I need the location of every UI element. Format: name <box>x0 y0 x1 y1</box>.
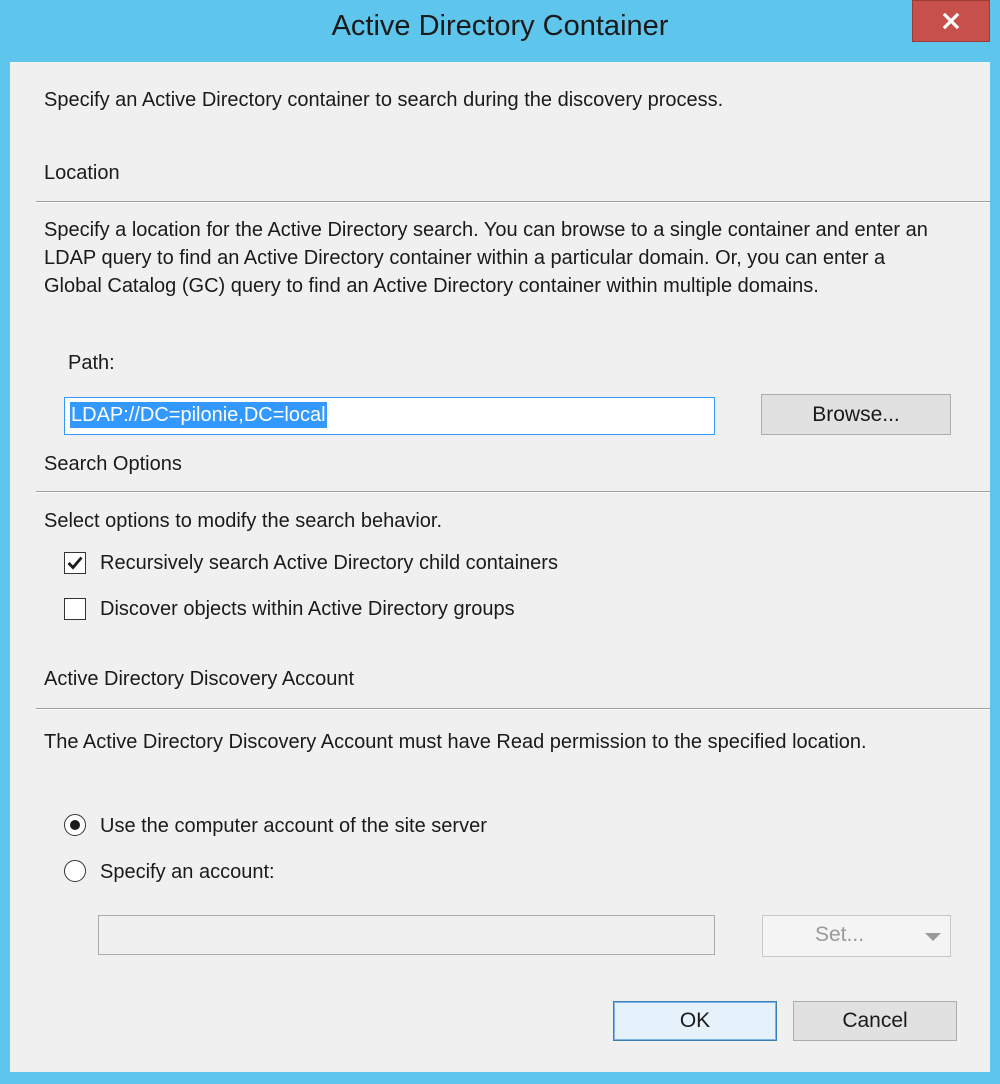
recursive-search-label[interactable]: Recursively search Active Directory chil… <box>100 549 558 577</box>
specify-account-label[interactable]: Specify an account: <box>100 858 275 886</box>
path-input[interactable]: LDAP://DC=pilonie,DC=local <box>64 397 715 435</box>
recursive-search-checkbox[interactable] <box>64 552 86 574</box>
search-options-separator <box>36 491 990 493</box>
account-input[interactable] <box>98 915 715 955</box>
discover-groups-label[interactable]: Discover objects within Active Directory… <box>100 595 515 623</box>
intro-text: Specify an Active Directory container to… <box>44 89 724 111</box>
location-description: Specify a location for the Active Direct… <box>44 219 928 297</box>
dialog-body: Specify an Active Directory container to… <box>10 62 990 1072</box>
close-icon <box>942 12 960 30</box>
close-button[interactable] <box>912 0 990 42</box>
browse-button[interactable]: Browse... <box>761 394 951 435</box>
checkmark-icon <box>67 556 83 570</box>
radio-selected-dot <box>70 820 80 830</box>
search-options-description: Select options to modify the search beha… <box>44 510 443 532</box>
cancel-button[interactable]: Cancel <box>793 1001 957 1041</box>
location-heading: Location <box>44 162 120 184</box>
account-separator <box>36 708 990 710</box>
search-options-heading: Search Options <box>44 453 182 475</box>
dialog-title: Active Directory Container <box>331 10 669 42</box>
specify-account-radio[interactable] <box>64 860 86 882</box>
location-separator <box>36 201 990 203</box>
set-dropdown-button[interactable]: Set... <box>762 915 951 957</box>
path-input-value: LDAP://DC=pilonie,DC=local <box>70 402 327 428</box>
computer-account-label[interactable]: Use the computer account of the site ser… <box>100 812 487 840</box>
account-description: The Active Directory Discovery Account m… <box>44 731 867 753</box>
path-label: Path: <box>68 352 115 374</box>
dialog-window: Active Directory Container Specify an Ac… <box>0 0 1000 1084</box>
title-bar[interactable]: Active Directory Container <box>0 0 1000 62</box>
account-heading: Active Directory Discovery Account <box>44 668 355 690</box>
computer-account-radio[interactable] <box>64 814 86 836</box>
discover-groups-checkbox[interactable] <box>64 598 86 620</box>
ok-button[interactable]: OK <box>613 1001 777 1041</box>
chevron-down-icon <box>925 933 941 941</box>
set-button-label: Set... <box>815 923 865 946</box>
